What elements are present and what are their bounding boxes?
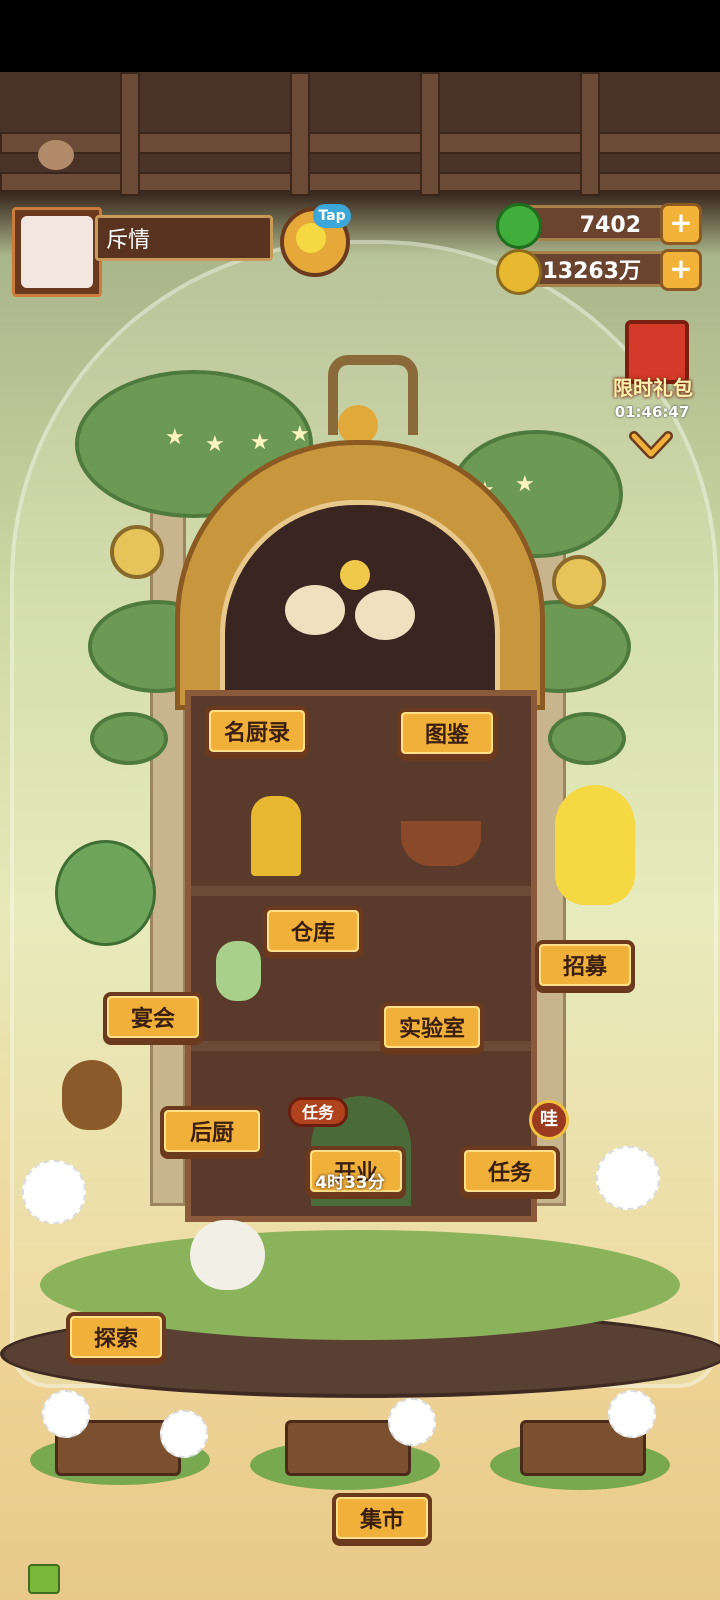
market-label: 集市: [336, 1497, 428, 1539]
gift-label: 限时礼包: [613, 376, 693, 400]
recruit-button[interactable]: 招募: [535, 940, 635, 990]
tap-badge: Tap: [313, 204, 351, 228]
star-lantern-icon: [110, 525, 164, 579]
limited-gift-pack[interactable]: 限时礼包: [605, 310, 701, 400]
warehouse-button[interactable]: 仓库: [263, 906, 363, 956]
explore-label: 探索: [70, 1316, 162, 1358]
banquet-label: 宴会: [107, 996, 199, 1038]
star-lantern-icon: [552, 555, 606, 609]
atlas-button[interactable]: 图鉴: [397, 708, 497, 758]
star-icon: ★: [250, 430, 270, 455]
dandelion-icon: [42, 1390, 90, 1438]
menu-corner-icon[interactable]: [28, 1564, 60, 1594]
atlas-label: 图鉴: [401, 712, 493, 754]
cactus-plant: [55, 840, 156, 946]
gold-coin-icon: [496, 249, 542, 295]
bell-icon: [338, 405, 378, 445]
kitchen-button[interactable]: 后厨: [160, 1106, 264, 1156]
dandelion-icon: [596, 1146, 660, 1210]
business-countdown: 4时33分: [315, 1173, 385, 1193]
lab-button[interactable]: 实验室: [380, 1002, 484, 1052]
chevron-down-icon[interactable]: [628, 428, 674, 462]
star-icon: ★: [205, 432, 225, 457]
market-button[interactable]: 集市: [332, 1493, 432, 1543]
gift-timer: 01:46:47: [614, 403, 690, 421]
egg-icon: [355, 590, 415, 640]
tree-canopy-small-right: [548, 712, 626, 765]
warehouse-label: 仓库: [267, 910, 359, 952]
player-avatar[interactable]: [12, 207, 102, 297]
sprout-creature: [190, 1220, 265, 1290]
recruit-label: 招募: [539, 944, 631, 986]
dandelion-icon: [22, 1160, 86, 1224]
dandelion-icon: [608, 1390, 656, 1438]
egg-icon: [285, 585, 345, 635]
banquet-button[interactable]: 宴会: [103, 992, 203, 1042]
add-jade-button[interactable]: +: [660, 203, 702, 245]
rabbit-figure: [216, 941, 261, 1001]
acorn-icon: [62, 1060, 122, 1130]
tasks-button[interactable]: 任务: [460, 1146, 560, 1196]
star-icon: ★: [515, 472, 535, 497]
floor-divider: [191, 886, 531, 896]
status-bar: [0, 0, 720, 72]
star-icon: ★: [165, 425, 185, 450]
bird-icon: [38, 140, 74, 170]
tasks-label: 任务: [464, 1150, 556, 1192]
chef-records-label: 名厨录: [209, 710, 305, 752]
dandelion-icon: [160, 1410, 208, 1458]
lab-label: 实验室: [384, 1006, 480, 1048]
moon-icon: [340, 560, 370, 590]
tasks-notification-badge: 哇: [529, 1100, 569, 1140]
green-jade-icon: [496, 203, 542, 249]
player-name: 斥情: [95, 215, 273, 261]
explore-button[interactable]: 探索: [66, 1312, 166, 1362]
dandelion-icon: [388, 1398, 436, 1446]
roof-beams: [0, 72, 720, 196]
chick-character: [555, 785, 635, 905]
tree-canopy-small-left: [90, 712, 168, 765]
business-task-tag: 任务: [288, 1097, 348, 1127]
chef-records-button[interactable]: 名厨录: [205, 706, 309, 756]
kitchen-label: 后厨: [164, 1110, 260, 1152]
add-coin-button[interactable]: +: [660, 249, 702, 291]
avatar-face: [21, 216, 93, 288]
apple-basket: [401, 821, 481, 866]
golden-statue: [251, 796, 301, 876]
star-icon: ★: [290, 422, 310, 447]
